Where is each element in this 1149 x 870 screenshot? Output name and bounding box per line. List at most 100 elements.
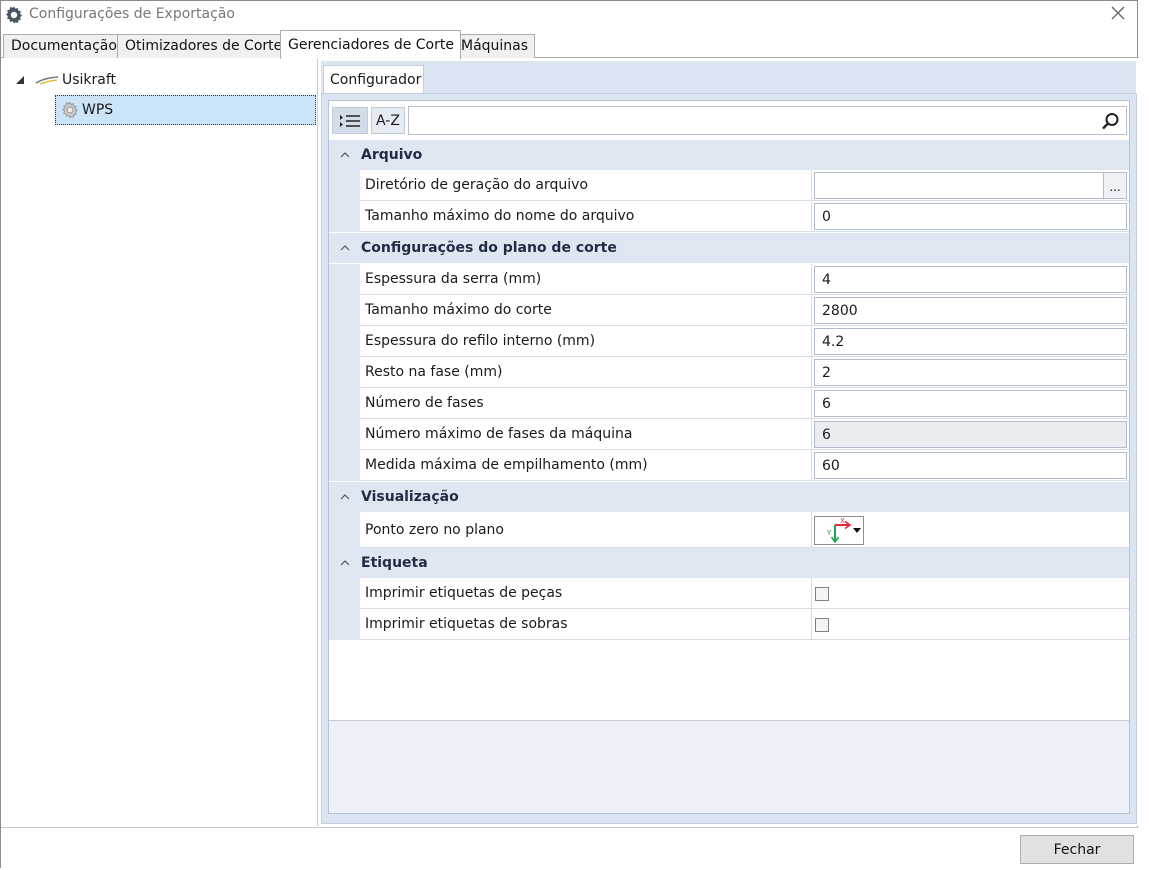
tree-node-usikraft[interactable]: Usikraft [35,66,116,94]
gear-icon [62,101,78,119]
property-row: Número de fases 6 [329,388,1129,419]
gear-icon [5,6,23,24]
title-bar: Configurações de Exportação [1,1,1137,30]
max-filename-length-input[interactable]: 0 [814,203,1127,230]
group-header-etiqueta[interactable]: Etiqueta [329,548,1129,578]
property-row: Imprimir etiquetas de peças [329,578,1129,609]
property-value-cell: X Y [812,512,1129,548]
usikraft-logo-icon [35,76,59,85]
export-settings-window: Configurações de Exportação Documentação… [0,0,1138,868]
manager-tree: Usikraft WPS [1,58,317,826]
zero-point-dropdown[interactable]: X Y [814,516,864,545]
property-value-cell: 4.2 [812,326,1129,357]
tab-gerenciadores-de-corte[interactable]: Gerenciadores de Corte [280,30,461,59]
close-icon[interactable] [1109,4,1127,22]
group-title: Etiqueta [361,555,428,571]
tree-node-label: Usikraft [62,72,117,88]
tab-documentacao[interactable]: Documentação [3,34,124,58]
property-value-cell [812,578,1129,609]
axis-x-label: X [840,517,845,525]
property-grid-frame: A-Z Arquivo Diretório de geração do arqu… [321,93,1137,824]
property-row: Medida máxima de empilhamento (mm) 60 [329,450,1129,481]
property-description-pane [329,720,1129,813]
row-gutter [329,388,360,419]
property-name: Ponto zero no plano [360,512,812,548]
row-gutter [329,578,360,609]
group-header-visualizacao[interactable]: Visualização [329,482,1129,512]
chevron-up-icon[interactable] [340,151,350,158]
row-gutter [329,295,360,326]
close-button[interactable]: Fechar [1020,835,1134,864]
row-gutter [329,326,360,357]
property-row: Espessura do refilo interno (mm) 4.2 [329,326,1129,357]
property-name: Imprimir etiquetas de sobras [360,609,812,640]
property-name: Espessura do refilo interno (mm) [360,326,812,357]
property-name: Tamanho máximo do nome do arquivo [360,201,812,232]
row-gutter [329,264,360,295]
property-row: Número máximo de fases da máquina 6 [329,419,1129,450]
alphabetical-sort-button[interactable]: A-Z [371,107,405,134]
property-value-cell: 2 [812,357,1129,388]
row-gutter [329,609,360,640]
axis-y-label: Y [826,529,832,537]
phase-remainder-input[interactable]: 2 [814,359,1127,386]
row-gutter [329,512,360,548]
group-title: Visualização [361,489,459,505]
property-row: Resto na fase (mm) 2 [329,357,1129,388]
group-header-plano-de-corte[interactable]: Configurações do plano de corte [329,233,1129,263]
dialog-footer: Fechar [1,827,1138,868]
property-row: Imprimir etiquetas de sobras [329,609,1129,640]
property-value-cell: 60 [812,450,1129,481]
property-value-cell: 6 [812,419,1129,450]
expanded-triangle-icon[interactable] [15,75,25,85]
row-gutter [329,357,360,388]
property-name: Número máximo de fases da máquina [360,419,812,450]
sub-tab-strip: Configurador [321,61,1136,94]
directory-path-input[interactable] [814,172,1104,199]
chevron-up-icon[interactable] [340,559,350,566]
browse-button[interactable]: ... [1103,172,1127,199]
tree-node-wps[interactable]: WPS [55,95,316,125]
property-value-cell: 0 [812,201,1129,232]
property-row: Tamanho máximo do nome do arquivo 0 [329,201,1129,232]
property-row: Espessura da serra (mm) 4 [329,264,1129,295]
property-name: Imprimir etiquetas de peças [360,578,812,609]
property-value-cell: 6 [812,388,1129,419]
phase-count-input[interactable]: 6 [814,390,1127,417]
tab-maquinas[interactable]: Máquinas [453,34,536,58]
configurator-panel: Configurador A-Z Arquivo Diretório de ge… [317,58,1138,826]
chevron-up-icon[interactable] [340,244,350,251]
tab-otimizadores-de-corte[interactable]: Otimizadores de Corte [117,34,290,58]
print-part-labels-checkbox[interactable] [815,587,829,601]
categorized-view-icon [340,114,360,127]
tab-configurador[interactable]: Configurador [323,65,424,94]
print-leftover-labels-checkbox[interactable] [815,618,829,632]
row-gutter [329,170,360,201]
row-gutter [329,450,360,481]
property-grid: A-Z Arquivo Diretório de geração do arqu… [328,100,1130,814]
property-search-input[interactable] [408,106,1127,135]
max-cut-size-input[interactable]: 2800 [814,297,1127,324]
property-name: Resto na fase (mm) [360,357,812,388]
property-name: Diretório de geração do arquivo [360,170,812,201]
group-title: Arquivo [361,147,423,163]
machine-max-phases-value: 6 [814,421,1127,448]
property-value-cell [812,609,1129,640]
property-value-cell: ... [812,170,1129,201]
chevron-up-icon[interactable] [340,493,350,500]
search-icon[interactable] [1101,112,1120,131]
property-row: Tamanho máximo do corte 2800 [329,295,1129,326]
property-name: Medida máxima de empilhamento (mm) [360,450,812,481]
property-name: Tamanho máximo do corte [360,295,812,326]
property-grid-rows: Arquivo Diretório de geração do arquivo … [329,139,1129,720]
max-stacking-input[interactable]: 60 [814,452,1127,479]
group-header-arquivo[interactable]: Arquivo [329,140,1129,170]
saw-thickness-input[interactable]: 4 [814,266,1127,293]
internal-trim-thickness-input[interactable]: 4.2 [814,328,1127,355]
categorized-view-button[interactable] [332,107,368,134]
property-grid-toolbar: A-Z [329,101,1129,139]
property-row: Diretório de geração do arquivo ... [329,170,1129,201]
tree-node-label: WPS [82,102,114,118]
property-value-cell: 2800 [812,295,1129,326]
property-name: Espessura da serra (mm) [360,264,812,295]
